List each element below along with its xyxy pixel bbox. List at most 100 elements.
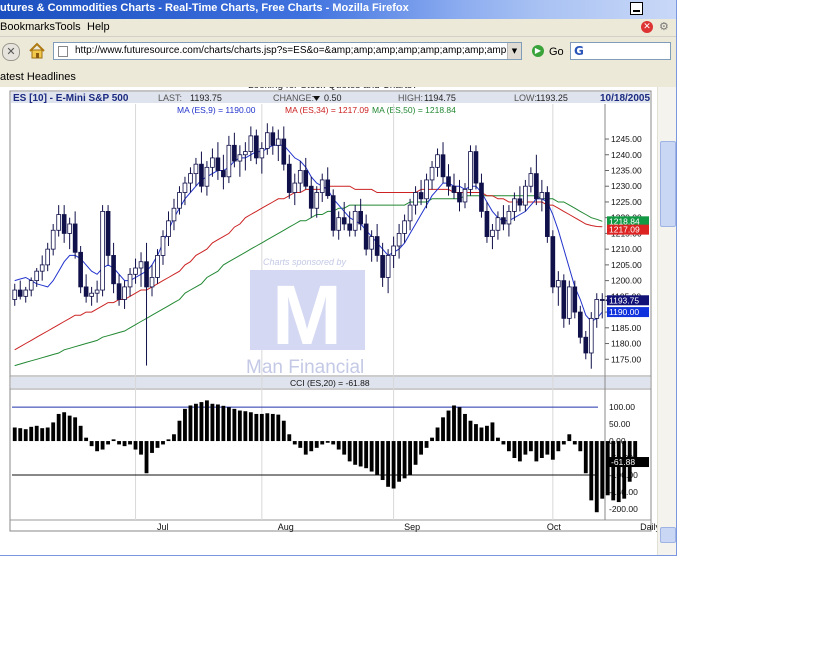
- low-label: LOW:: [514, 93, 537, 103]
- scroll-down-button[interactable]: [660, 527, 676, 543]
- cci-bar: [265, 413, 270, 442]
- scrollbar-thumb[interactable]: [660, 141, 676, 227]
- candle-body: [17, 289, 23, 297]
- candle-body: [336, 217, 342, 231]
- ma-legend-2: MA (ES,50) = 1218.84: [372, 105, 456, 115]
- candle-body: [385, 255, 391, 278]
- cci-bar: [463, 413, 467, 442]
- cci-bar: [517, 441, 522, 462]
- candle-body: [396, 233, 402, 247]
- candle-body: [407, 204, 413, 222]
- candle-body: [116, 283, 122, 300]
- candle-body: [451, 185, 457, 193]
- search-input[interactable]: G: [570, 42, 671, 60]
- cci-bar: [155, 441, 160, 448]
- cci-bar: [199, 402, 204, 442]
- price-label-text: 1217.09: [609, 225, 640, 235]
- futures-chart: Looking for Stock Quotes and Charts? ES […: [9, 87, 657, 532]
- cci-bar: [534, 441, 539, 462]
- cci-bar: [567, 434, 572, 442]
- cci-bar: [446, 410, 451, 442]
- menu-tools[interactable]: Tools: [55, 21, 81, 33]
- cci-bar: [270, 413, 275, 442]
- candle-body: [303, 170, 309, 187]
- cci-bar: [496, 437, 500, 442]
- url-dropdown-icon[interactable]: ▼: [507, 43, 521, 59]
- cci-bar: [204, 400, 209, 442]
- cci-bar: [232, 408, 237, 442]
- cci-bar: [523, 441, 528, 455]
- cci-bar: [67, 415, 72, 442]
- cci-bar: [161, 441, 165, 445]
- candle-body: [50, 229, 56, 250]
- cci-bar: [23, 429, 28, 442]
- cci-bar: [254, 413, 259, 442]
- go-icon[interactable]: ▶: [532, 45, 544, 57]
- stop-icon[interactable]: ✕: [2, 43, 20, 61]
- candle-body: [473, 151, 479, 184]
- candle-body: [468, 151, 473, 190]
- cci-bar: [402, 441, 407, 479]
- browser-window: utures & Commodities Charts - Real-Time …: [0, 0, 677, 556]
- close-tab-icon[interactable]: ✕: [641, 21, 653, 33]
- candle-body: [204, 166, 210, 187]
- gear-icon[interactable]: ⚙: [659, 21, 671, 33]
- cci-bar: [501, 441, 506, 445]
- cci-bar: [336, 441, 341, 450]
- minimize-button[interactable]: [630, 2, 643, 15]
- vertical-scrollbar[interactable]: [657, 87, 676, 555]
- candle-body: [550, 236, 556, 288]
- x-axis-label: Daily: [640, 522, 657, 532]
- change-value: 0.50: [324, 93, 342, 103]
- url-bar[interactable]: http://www.futuresource.com/charts/chart…: [53, 42, 522, 60]
- candle-body: [424, 179, 429, 200]
- candle-body: [363, 223, 369, 250]
- candle-body: [61, 214, 67, 234]
- go-button[interactable]: Go: [549, 46, 564, 58]
- cci-bar: [572, 441, 577, 445]
- candle-body: [127, 273, 133, 288]
- candle-body: [308, 185, 314, 209]
- price-label-text: 1193.75: [609, 295, 639, 305]
- candle-body: [391, 245, 396, 256]
- cci-bar: [320, 441, 325, 445]
- home-icon[interactable]: [28, 42, 46, 60]
- cci-tick-label: 100.00: [609, 402, 635, 412]
- candle-body: [286, 163, 292, 193]
- menu-bar: Bookmarks Tools Help: [0, 19, 676, 36]
- high-value: 1194.75: [424, 93, 456, 103]
- cci-bar: [474, 424, 478, 442]
- candle-body: [490, 229, 495, 237]
- cci-bar: [600, 441, 605, 499]
- cci-bar: [12, 427, 17, 442]
- candle-body: [319, 179, 325, 193]
- cci-bar: [51, 422, 56, 442]
- x-axis-label: Oct: [547, 522, 562, 532]
- cci-bar: [528, 441, 533, 452]
- cci-label: CCI (ES,20) = -61.88: [290, 378, 370, 388]
- candle-body: [34, 270, 40, 282]
- candle-body: [347, 223, 353, 231]
- cci-bar: [358, 441, 363, 467]
- low-value: 1193.25: [536, 93, 568, 103]
- cci-bar: [485, 425, 489, 442]
- candle-body: [23, 289, 29, 297]
- candle-body: [160, 236, 166, 256]
- cci-bar: [413, 441, 418, 465]
- cci-bar: [550, 441, 555, 460]
- watermark-sponsored: Charts sponsored by: [263, 257, 347, 267]
- cci-bar: [441, 417, 445, 442]
- cci-bar: [616, 441, 621, 503]
- cci-bar: [419, 441, 423, 455]
- menu-help[interactable]: Help: [87, 21, 110, 33]
- cci-bar: [183, 408, 187, 442]
- menu-bookmarks[interactable]: Bookmarks: [0, 21, 55, 33]
- cci-bar: [353, 441, 358, 465]
- candle-body: [72, 223, 78, 253]
- candle-body: [56, 214, 61, 231]
- cci-tick-label: 50.00: [609, 419, 631, 429]
- candle-body: [199, 163, 204, 187]
- bookmark-latest-headlines[interactable]: atest Headlines: [0, 71, 76, 83]
- price-tick-label: 1235.00: [611, 165, 642, 175]
- candle-body: [78, 251, 83, 288]
